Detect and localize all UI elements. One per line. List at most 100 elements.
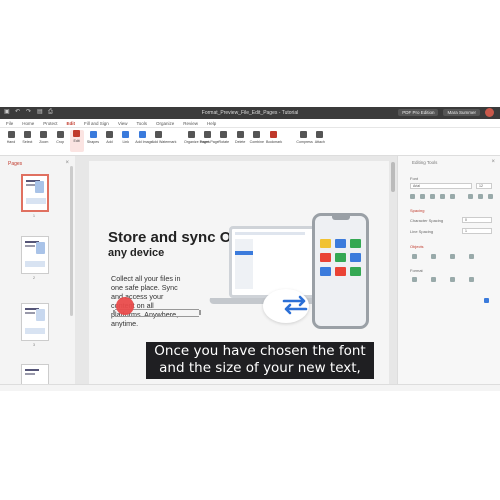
tool-label: Add Watermark: [151, 140, 177, 144]
crop-icon: [56, 131, 64, 138]
properties-panel: Editing Tools × Font Arial 12 Spacing Ch…: [397, 156, 500, 391]
tool-add-image-button[interactable]: Add Image: [135, 131, 153, 144]
tool-organize-pages-button[interactable]: Organize Pages: [184, 131, 210, 144]
avatar[interactable]: [485, 108, 494, 117]
tool-select-button[interactable]: Select: [20, 131, 34, 144]
tool-label: Insert Page: [200, 140, 219, 144]
menu-item-edit[interactable]: Edit: [67, 121, 76, 126]
tool-compress-button[interactable]: Compress: [296, 131, 313, 144]
page-subheadline[interactable]: any device: [108, 247, 164, 259]
tool-add-button[interactable]: Add: [102, 131, 116, 144]
tool-edit-button[interactable]: Edit: [69, 130, 84, 152]
text-color-icon[interactable]: [450, 194, 455, 199]
tool-label: Compress: [296, 140, 313, 144]
tool-label: Crop: [56, 140, 65, 144]
format-option-icon[interactable]: [431, 277, 436, 282]
italic-icon[interactable]: [420, 194, 425, 199]
sync-arrows-icon: [282, 295, 308, 315]
tool-delete-button[interactable]: Delete: [233, 131, 247, 144]
status-bar: [0, 384, 500, 391]
phone-illustration: [312, 213, 369, 329]
tool-rotate-button[interactable]: Rotate: [217, 131, 231, 144]
align-center-icon[interactable]: [478, 194, 483, 199]
close-icon[interactable]: ×: [491, 159, 495, 165]
selection-handle-right[interactable]: [199, 310, 201, 315]
tool-crop-button[interactable]: Crop: [53, 131, 67, 144]
menu-item-review[interactable]: Review: [183, 121, 198, 126]
add-icon: [105, 131, 113, 138]
tool-label: Rotate: [218, 140, 230, 144]
menu-item-organize[interactable]: Organize: [156, 121, 174, 126]
subtitle-line-2: and the size of your new text,: [159, 360, 361, 376]
pages-scrollbar[interactable]: [70, 166, 73, 316]
title-bar: ▣ ↶ ↷ ▤ ⎙ Format_Preview_File_Edit_Pages…: [0, 107, 500, 119]
strikethrough-icon[interactable]: [440, 194, 445, 199]
canvas-scrollbar[interactable]: [391, 162, 395, 192]
subtitle-line-1: Once you have chosen the font: [154, 343, 366, 359]
tool-link-button[interactable]: Link: [119, 131, 133, 144]
organize-icon: [187, 131, 195, 138]
tool-label: Zoom: [39, 140, 49, 144]
tool-label: Attach: [314, 140, 325, 144]
character-spacing-select[interactable]: 0: [462, 217, 492, 223]
tool-label: Hand: [6, 140, 16, 144]
menu-item-home[interactable]: Home: [22, 121, 34, 126]
menu-item-view[interactable]: View: [118, 121, 128, 126]
format-option-icon[interactable]: [469, 277, 474, 282]
tool-insert-page-button[interactable]: Insert Page: [200, 131, 219, 144]
combine-icon: [253, 131, 261, 138]
font-size-select[interactable]: 12: [476, 183, 492, 189]
format-option-icon[interactable]: [412, 277, 417, 282]
tool-zoom-button[interactable]: Zoom: [37, 131, 51, 144]
selection-handle-left[interactable]: [113, 310, 115, 315]
tool-hand-button[interactable]: Hand: [4, 131, 18, 144]
add-object-icon[interactable]: [484, 298, 489, 303]
mouse-cursor-highlight: [116, 297, 134, 315]
page-thumbnail-2[interactable]: [21, 236, 49, 274]
tool-shapes-button[interactable]: Shapes: [86, 131, 100, 144]
hand-icon: [7, 131, 15, 138]
link-object-icon[interactable]: [431, 254, 436, 259]
page-thumbnail-3[interactable]: [21, 303, 49, 341]
tool-attach-button[interactable]: Attach: [313, 131, 327, 144]
menu-item-file[interactable]: File: [6, 121, 13, 126]
tool-label: Combine: [249, 140, 264, 144]
spacing-section-title: Spacing: [410, 208, 425, 213]
shapes-icon: [89, 131, 97, 138]
font-family-select[interactable]: Arial: [410, 183, 472, 189]
page-number: 3: [33, 343, 35, 347]
video-subtitle: Once you have chosen the font and the si…: [146, 342, 374, 379]
pdf-pro-badge[interactable]: PDF Pro Edition: [398, 109, 439, 116]
menu-item-help[interactable]: Help: [207, 121, 216, 126]
page-headline[interactable]: Store and sync ON: [108, 229, 242, 246]
align-right-icon[interactable]: [488, 194, 493, 199]
tool-label: Organize Pages: [184, 140, 210, 144]
laptop-illustration: [229, 226, 321, 298]
bold-icon[interactable]: [410, 194, 415, 199]
user-name[interactable]: Mara Summer: [443, 109, 480, 116]
attach-icon: [316, 131, 324, 138]
image-object-icon[interactable]: [469, 254, 474, 259]
tool-label: Shapes: [86, 140, 100, 144]
properties-panel-title: Editing Tools: [412, 160, 438, 165]
underline-icon[interactable]: [430, 194, 435, 199]
line-spacing-select[interactable]: 1: [462, 228, 492, 234]
menu-item-fill-and-sign[interactable]: Fill and Sign: [84, 121, 109, 126]
page-number: 1: [33, 214, 35, 218]
shape-object-icon[interactable]: [450, 254, 455, 259]
tool-combine-button[interactable]: Combine: [250, 131, 264, 144]
bookmark-icon: [269, 131, 277, 138]
tool-label: Add: [106, 140, 113, 144]
ribbon-toolbar: Hand Select Zoom Crop Edit Shapes Add Link Add I…: [0, 128, 500, 156]
cursor-icon: [23, 131, 31, 138]
format-option-icon[interactable]: [450, 277, 455, 282]
menu-item-protect[interactable]: Protect: [43, 121, 57, 126]
page-thumbnail-1[interactable]: [21, 174, 49, 212]
tool-add-watermark-button[interactable]: Add Watermark: [151, 131, 177, 144]
object-tool-icon[interactable]: [412, 254, 417, 259]
insert-page-icon: [203, 131, 211, 138]
tool-bookmark-button[interactable]: Bookmark: [266, 131, 282, 144]
menu-item-tools[interactable]: Tools: [137, 121, 148, 126]
close-icon[interactable]: ×: [65, 160, 69, 166]
align-left-icon[interactable]: [468, 194, 473, 199]
